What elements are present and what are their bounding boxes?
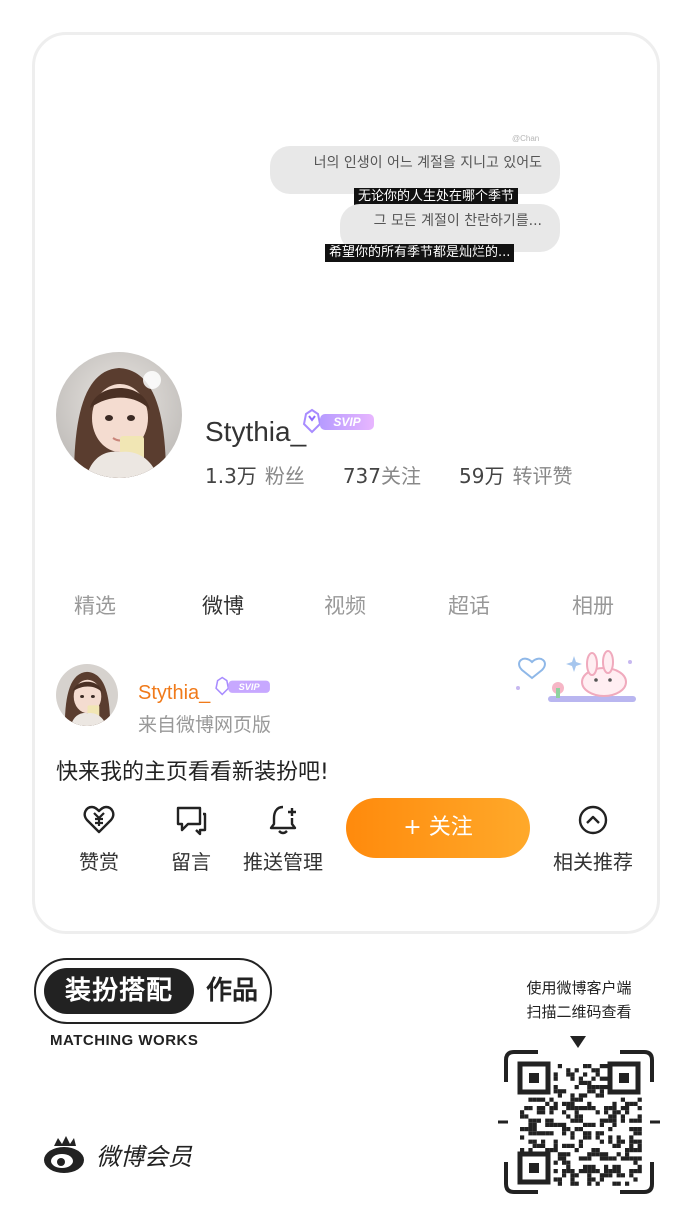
comment-button[interactable]: 留言 [146, 804, 236, 875]
stat-following-value: 737 [342, 464, 381, 488]
bubble-2-korean: 그 모든 계절이 찬란하기를... [373, 213, 542, 229]
matching-works-badge: 装扮搭配 作品 [34, 958, 272, 1024]
bunny-decoration-icon [508, 648, 640, 710]
profile-stats: 1.3万 粉丝 737关注 59万 转评赞 [205, 460, 610, 489]
post-svip-badge-text: SVIP [239, 682, 261, 692]
stat-fans-value: 1.3万 [205, 464, 257, 488]
matching-works-subtitle: MATCHING WORKS [50, 1032, 199, 1049]
badge-side-text: 作品 [205, 976, 258, 1006]
svip-badge-text: SVIP [333, 415, 361, 429]
stat-fans-label: 粉丝 [264, 464, 305, 488]
reward-label: 赞赏 [79, 850, 119, 874]
heart-yen-icon [83, 805, 115, 834]
profile-name[interactable]: Stythia_ [205, 416, 306, 448]
stat-likes-value: 59万 [459, 464, 505, 488]
tab-supertopic[interactable]: 超话 [448, 590, 490, 620]
stat-likes-label: 转评赞 [512, 464, 573, 488]
related-label: 相关推荐 [553, 850, 633, 874]
weibo-vip-brand: 微博会员 [42, 1132, 192, 1176]
badge-main-text: 装扮搭配 [44, 968, 194, 1014]
push-settings-button[interactable]: 推送管理 [238, 804, 328, 875]
profile-avatar[interactable] [56, 352, 182, 478]
weibo-logo-icon [44, 1136, 84, 1173]
bell-plus-icon [269, 805, 297, 835]
push-settings-label: 推送管理 [243, 850, 323, 874]
share-page: @Chan 너의 인생이 어느 계절을 지니고 있어도 无论你的人生处在哪个季节… [0, 0, 692, 1230]
post-author-avatar[interactable] [56, 664, 118, 726]
svip-badge: SVIP [302, 408, 376, 434]
qr-caption: 使用微博客户端 扫描二维码查看 [506, 976, 652, 1024]
tab-weibo[interactable]: 微博 [202, 590, 244, 620]
comment-label: 留言 [171, 850, 211, 874]
tab-featured[interactable]: 精选 [74, 590, 116, 620]
post-text: 快来我的主页看看新装扮吧! [56, 760, 329, 785]
related-button[interactable]: 相关推荐 [548, 804, 638, 875]
qr-caption-line2: 扫描二维码查看 [526, 1003, 632, 1021]
bubble-2-chinese: 希望你的所有季节都是灿烂的... [325, 244, 515, 262]
stat-following[interactable]: 737关注 [343, 460, 421, 489]
weibo-vip-text: 微博会员 [96, 1142, 192, 1171]
post-svip-badge: SVIP [214, 676, 272, 696]
chat-bubble-1: 너의 인생이 어느 계절을 지니고 있어도 [270, 146, 560, 194]
stat-following-label: 关注 [381, 464, 421, 488]
reward-button[interactable]: 赞赏 [54, 804, 144, 875]
comment-icon [176, 806, 207, 836]
follow-button[interactable]: + 关注 [346, 798, 530, 858]
artist-credit: @Chan [512, 134, 540, 143]
tab-video[interactable]: 视频 [324, 590, 366, 620]
tab-album[interactable]: 相册 [572, 590, 614, 620]
qr-caption-line1: 使用微博客户端 [526, 979, 632, 997]
stat-fans[interactable]: 1.3万 粉丝 [205, 460, 305, 489]
chevron-up-circle-icon [578, 805, 608, 835]
bubble-1-korean: 너의 인생이 어느 계절을 지니고 있어도 [313, 155, 542, 171]
post-author-name[interactable]: Stythia_ [138, 682, 210, 705]
profile-tabs: 精选 微博 视频 超话 相册 [36, 590, 656, 626]
post-source: 来自微博网页版 [138, 714, 272, 736]
qr-code-icon[interactable] [498, 1044, 660, 1200]
stat-likes[interactable]: 59万 转评赞 [459, 460, 572, 489]
